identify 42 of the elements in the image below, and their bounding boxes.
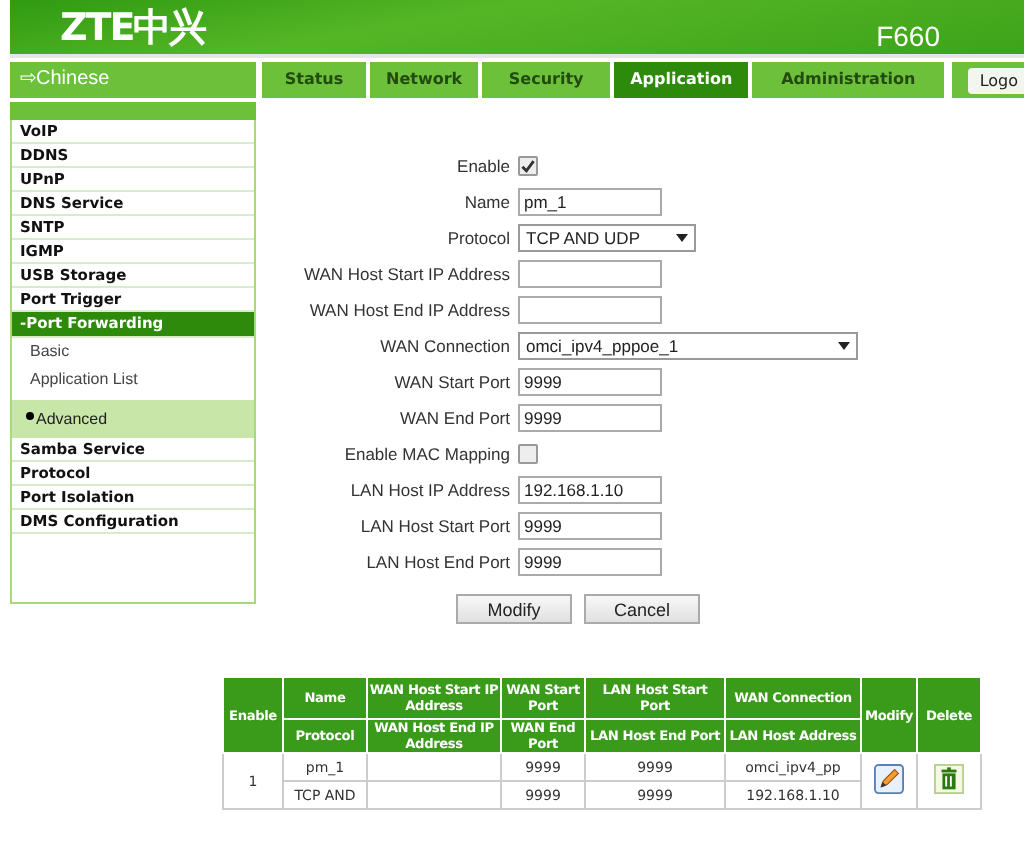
field-label: LAN Host IP Address [348, 479, 512, 499]
edit-icon[interactable] [874, 764, 904, 794]
caret-icon [676, 233, 688, 241]
field-label: Enable [455, 155, 512, 175]
nav-tab[interactable]: Administration [752, 62, 945, 98]
form-button[interactable]: Cancel [584, 594, 700, 624]
model-name: F660 [876, 19, 940, 51]
sidebar-subitem[interactable]: Advanced [12, 400, 254, 438]
logout-button[interactable]: Logo [967, 67, 1024, 93]
trash-icon[interactable] [934, 764, 964, 794]
bullet-icon [26, 412, 34, 420]
field-label: Enable MAC Mapping [342, 443, 512, 463]
sidebar-subitem[interactable]: Basic [12, 338, 254, 366]
field-label: LAN Host Start Port [358, 515, 512, 535]
input-field[interactable]: 9999 [518, 367, 662, 395]
nav-tab[interactable]: Status [262, 62, 366, 98]
dropdown[interactable]: TCP AND UDP [518, 223, 696, 251]
dropdown[interactable]: omci_ipv4_pppoe_1 [518, 331, 858, 359]
input-field[interactable]: 9999 [518, 511, 662, 539]
input-field[interactable] [518, 295, 662, 323]
field-label: LAN Host End Port [364, 551, 512, 571]
nav-tab[interactable]: Application [614, 62, 749, 98]
field-label: WAN Connection [378, 335, 512, 355]
logo: ZTE中兴 [60, 3, 206, 53]
field-label: WAN Host Start IP Address [302, 263, 512, 283]
field-label: WAN Host End IP Address [307, 299, 512, 319]
input-field[interactable] [518, 259, 662, 287]
form-button[interactable]: Modify [456, 594, 572, 624]
field-label: Name [462, 191, 512, 211]
field-label: WAN End Port [398, 407, 512, 427]
checkbox[interactable] [518, 443, 538, 463]
nav-tab[interactable]: Network [370, 62, 479, 98]
field-label: Protocol [445, 227, 512, 247]
input-field[interactable]: 192.168.1.10 [518, 475, 662, 503]
sidebar-subitem[interactable]: Application List [12, 366, 254, 394]
input-field[interactable]: pm_1 [518, 187, 662, 215]
input-field[interactable]: 9999 [518, 403, 662, 431]
checkbox[interactable] [518, 155, 538, 175]
field-label: WAN Start Port [392, 371, 512, 391]
caret-icon [838, 341, 850, 349]
input-field[interactable]: 9999 [518, 547, 662, 575]
nav-tab[interactable]: Security [482, 62, 611, 98]
